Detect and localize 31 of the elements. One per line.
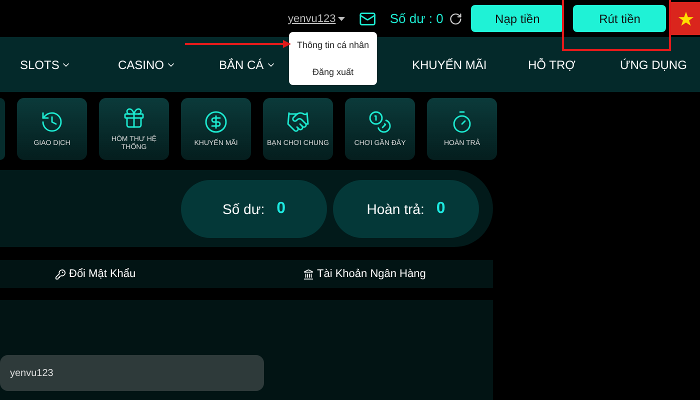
- refresh-icon[interactable]: [449, 12, 463, 26]
- nav-item[interactable]: CASINO: [118, 58, 176, 72]
- nav-item[interactable]: HỖ TRỢ: [528, 58, 576, 72]
- balance-label: Số dư:: [222, 200, 265, 216]
- mail-icon[interactable]: [358, 10, 376, 28]
- nav-item[interactable]: KHUYẾN MÃI: [412, 58, 487, 72]
- bank-icon: [303, 268, 314, 280]
- balance-value: 0: [276, 200, 286, 218]
- nav-item[interactable]: BẮN CÁ: [219, 58, 276, 72]
- username-dropdown[interactable]: yenvu123: [288, 12, 345, 24]
- caret-icon: [338, 16, 345, 20]
- balance-label: Hoàn trả:: [366, 200, 424, 216]
- handshake-icon: [286, 110, 310, 134]
- balance-value: 0: [436, 200, 446, 218]
- menu-item[interactable]: Thông tin cá nhân: [296, 40, 370, 50]
- gift-icon: [122, 106, 146, 130]
- nav-item[interactable]: SLOTS: [20, 58, 72, 72]
- key-icon: [55, 268, 66, 280]
- username-field[interactable]: yenvu123: [0, 355, 264, 391]
- partial-tile: [0, 98, 5, 160]
- withdraw-button[interactable]: Rút tiền: [573, 5, 666, 32]
- menu-item[interactable]: Đăng xuất: [312, 66, 354, 77]
- clock-icon: [40, 110, 64, 134]
- deposit-button[interactable]: Nạp tiền: [470, 5, 564, 32]
- flag-icon[interactable]: [671, 2, 700, 35]
- account-tab[interactable]: Tài Khoản Ngân Hàng: [303, 268, 493, 280]
- account-tab[interactable]: Đổi Mật Khẩu: [55, 268, 303, 280]
- balance-text: Số dư : 0: [390, 11, 444, 26]
- nav-item[interactable]: ỨNG DỤNG: [620, 58, 687, 72]
- dollar-circle-icon: [204, 110, 228, 134]
- coin-icon: [368, 110, 392, 134]
